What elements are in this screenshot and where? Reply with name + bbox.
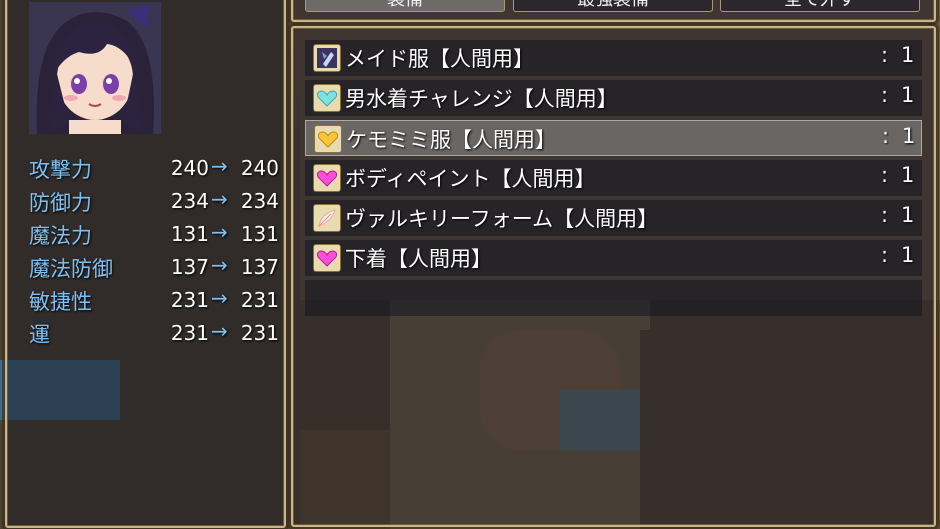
right-arrow-icon: →: [211, 253, 228, 277]
tab-label: 最強装備: [577, 0, 649, 10]
right-arrow-icon: →: [211, 286, 228, 310]
item-count: 1: [901, 43, 915, 67]
stat-new-value: 234: [240, 189, 279, 213]
right-arrow-icon: →: [211, 187, 228, 211]
stat-row-magic-defense: 魔法防御 137 → 137: [29, 253, 284, 286]
stat-current-value: 231: [170, 288, 209, 312]
orange-heart-icon: [314, 125, 342, 153]
stat-new-value: 131: [240, 222, 279, 246]
tab-label: 装備: [387, 0, 423, 10]
stat-label: 魔法力: [29, 224, 92, 248]
item-count: 1: [902, 124, 916, 148]
item-name: ヴァルキリーフォーム【人間用】: [345, 207, 659, 231]
tab-label: 全て外す: [784, 0, 856, 10]
stat-current-value: 234: [170, 189, 209, 213]
item-count: 1: [901, 163, 915, 187]
cyan-heart-icon: [313, 84, 341, 112]
stat-label: 敏捷性: [29, 290, 92, 314]
stat-label: 攻撃力: [29, 158, 92, 182]
item-count: 1: [901, 83, 915, 107]
stat-current-value: 240: [170, 156, 209, 180]
feather-icon: [313, 204, 341, 232]
list-item[interactable]: 下着【人間用】 : 1: [305, 240, 922, 276]
item-name: ボディペイント【人間用】: [345, 167, 596, 191]
stat-row-magic: 魔法力 131 → 131: [29, 220, 284, 253]
stat-label: 運: [29, 323, 50, 347]
stat-row-luck: 運 231 → 231: [29, 319, 284, 352]
item-name: 男水着チャレンジ【人間用】: [345, 87, 618, 111]
item-count: 1: [901, 203, 915, 227]
item-colon: :: [881, 243, 889, 267]
maid-outfit-icon: [313, 44, 341, 72]
stat-new-value: 231: [240, 321, 279, 345]
character-portrait: [29, 2, 161, 134]
item-list-panel: メイド服【人間用】 : 1 男水着チャレンジ【人間用】 : 1 ケモミミ服【人間…: [291, 26, 936, 527]
command-window: 装備 最強装備 全て外す: [291, 0, 936, 22]
stat-label: 防御力: [29, 191, 92, 215]
pink-heart-icon: [313, 164, 341, 192]
stat-label: 魔法防御: [29, 257, 113, 281]
pink-heart-icon: [313, 244, 341, 272]
tab-optimize[interactable]: 最強装備: [513, 0, 713, 12]
status-panel: 攻撃力 240 → 240 防御力 234 → 234 魔法力 131 → 13…: [5, 0, 286, 528]
item-colon: :: [881, 83, 889, 107]
tab-remove-all[interactable]: 全て外す: [720, 0, 920, 12]
item-count: 1: [901, 243, 915, 267]
right-arrow-icon: →: [211, 154, 228, 178]
stat-list: 攻撃力 240 → 240 防御力 234 → 234 魔法力 131 → 13…: [29, 154, 284, 352]
item-colon: :: [882, 124, 890, 148]
stat-current-value: 131: [170, 222, 209, 246]
list-item[interactable]: メイド服【人間用】 : 1: [305, 40, 922, 76]
list-item[interactable]: ケモミミ服【人間用】 : 1: [305, 120, 922, 156]
stat-row-attack: 攻撃力 240 → 240: [29, 154, 284, 187]
item-colon: :: [881, 43, 889, 67]
stat-row-defense: 防御力 234 → 234: [29, 187, 284, 220]
stat-new-value: 137: [240, 255, 279, 279]
list-item[interactable]: 男水着チャレンジ【人間用】 : 1: [305, 80, 922, 116]
item-colon: :: [881, 163, 889, 187]
stat-new-value: 231: [240, 288, 279, 312]
tab-equip[interactable]: 装備: [305, 0, 505, 12]
list-item[interactable]: ボディペイント【人間用】 : 1: [305, 160, 922, 196]
right-arrow-icon: →: [211, 220, 228, 244]
item-name: ケモミミ服【人間用】: [346, 128, 556, 152]
stat-row-agility: 敏捷性 231 → 231: [29, 286, 284, 319]
right-arrow-icon: →: [211, 319, 228, 343]
item-colon: :: [881, 203, 889, 227]
stat-current-value: 231: [170, 321, 209, 345]
stat-new-value: 240: [240, 156, 279, 180]
stat-current-value: 137: [170, 255, 209, 279]
list-item[interactable]: ヴァルキリーフォーム【人間用】 : 1: [305, 200, 922, 236]
item-name: メイド服【人間用】: [345, 47, 534, 71]
item-name: 下着【人間用】: [345, 247, 492, 271]
empty-slot[interactable]: [305, 280, 922, 316]
item-list: メイド服【人間用】 : 1 男水着チャレンジ【人間用】 : 1 ケモミミ服【人間…: [305, 40, 922, 316]
